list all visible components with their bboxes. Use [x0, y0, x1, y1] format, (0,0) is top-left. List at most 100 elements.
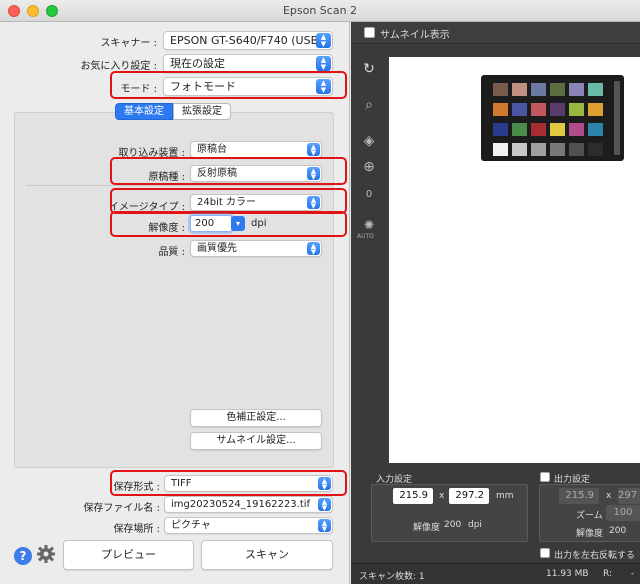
quality-value: 画質優先	[197, 243, 237, 254]
color-patch	[493, 143, 508, 156]
tab-basic[interactable]: 基本設定	[115, 103, 173, 120]
chevron-updown-icon: ▲ ▼	[307, 242, 320, 256]
save-location-label: 保存場所 :	[113, 524, 160, 535]
scan-button[interactable]: スキャン	[201, 540, 333, 570]
copy-count-icon[interactable]: 0	[359, 185, 379, 205]
preview-canvas[interactable]	[389, 57, 640, 477]
add-selection-icon[interactable]: ⊕	[359, 157, 379, 177]
color-patch	[550, 103, 565, 116]
color-correction-button[interactable]: 色補正設定...	[190, 409, 322, 427]
color-patch	[588, 143, 603, 156]
color-patch	[531, 103, 546, 116]
chevron-updown-icon: ▲ ▼	[318, 519, 331, 533]
output-settings-checkbox[interactable]	[540, 472, 550, 482]
scan-count-label: スキャン枚数: 1	[359, 572, 425, 582]
rotate-icon[interactable]: ↻	[359, 59, 379, 79]
chevron-updown-icon: ▲ ▼	[318, 498, 331, 512]
color-patch	[512, 143, 527, 156]
color-patch	[512, 83, 527, 96]
settings-panel: スキャナー : EPSON GT-S640/F740 (USB) ▲ ▼ お気に入…	[0, 22, 350, 584]
settings-tabs: 基本設定 拡張設定	[115, 103, 231, 120]
scanner-label: スキャナー :	[100, 38, 157, 49]
window-title: Epson Scan 2	[282, 4, 358, 17]
zoom-field: 100	[606, 505, 640, 521]
input-width-field[interactable]: 215.9	[393, 488, 433, 504]
color-patch	[493, 83, 508, 96]
color-patch	[512, 123, 527, 136]
input-height-field[interactable]: 297.2	[449, 488, 489, 504]
channel-value: -	[631, 569, 635, 579]
divider	[26, 185, 332, 186]
preview-panel: サムネイル表示 ↻ ⌕ ◈ ⊕ 0 ✺ AUTO 入力設定 215.9 x 29…	[351, 22, 640, 584]
output-width-field: 215.9	[559, 488, 599, 504]
color-patch	[550, 123, 565, 136]
color-patch	[569, 83, 584, 96]
thumbnail-checkbox[interactable]	[364, 27, 375, 38]
status-bar: スキャン枚数: 1 11.93 MB R: -	[351, 563, 640, 584]
color-patch	[493, 103, 508, 116]
dimensions-area: 入力設定 215.9 x 297.2 mm 解像度 200 dpi 出力設定 2…	[351, 463, 640, 562]
flip-label: 出力を左右反転する	[554, 551, 636, 561]
file-name-label: 保存ファイル名 :	[83, 503, 160, 514]
color-patch	[588, 123, 603, 136]
file-size-label: 11.93 MB	[546, 569, 589, 579]
output-times-label: x	[606, 491, 612, 501]
color-patch	[531, 143, 546, 156]
color-patch	[550, 83, 565, 96]
card-label-strip	[614, 81, 620, 155]
file-name-value: img20230524_19162223.tif	[171, 499, 311, 510]
color-patch	[588, 83, 603, 96]
zoom-icon[interactable]: ⌕	[359, 95, 379, 115]
auto-label: AUTO	[357, 233, 374, 240]
thumbnail-label: サムネイル表示	[380, 30, 450, 41]
color-patch	[569, 123, 584, 136]
input-resolution-value: 200	[444, 520, 462, 530]
color-patch	[493, 123, 508, 136]
color-patch	[550, 143, 565, 156]
times-label: x	[439, 491, 445, 501]
color-patch	[512, 103, 527, 116]
scanner-value: EPSON GT-S640/F740 (USB)	[170, 34, 323, 47]
zoom-label: ズーム	[576, 511, 603, 521]
favorites-label: お気に入り設定 :	[80, 61, 157, 72]
quality-select[interactable]: 画質優先 ▲ ▼	[190, 240, 322, 257]
flip-checkbox[interactable]	[540, 548, 550, 558]
preview-button[interactable]: プレビュー	[63, 540, 194, 570]
title-bar: Epson Scan 2	[0, 0, 640, 22]
file-name-field[interactable]: img20230524_19162223.tif ▲ ▼	[164, 496, 333, 513]
color-patch	[531, 83, 546, 96]
save-location-value: ピクチャ	[171, 520, 211, 531]
highlight-doc-type	[110, 157, 347, 185]
unit-label: mm	[496, 491, 514, 501]
input-resolution-label: 解像度	[413, 523, 441, 533]
save-location-select[interactable]: ピクチャ ▲ ▼	[164, 517, 333, 534]
color-patch	[569, 143, 584, 156]
color-patch	[588, 103, 603, 116]
channel-label: R:	[603, 569, 613, 579]
preview-toolbar: ↻ ⌕ ◈ ⊕ 0 ✺ AUTO	[351, 45, 387, 475]
source-select[interactable]: 原稿台 ▲ ▼	[190, 141, 322, 158]
scanner-select[interactable]: EPSON GT-S640/F740 (USB) ▲ ▼	[163, 31, 333, 50]
output-resolution-value: 200	[609, 526, 627, 536]
output-resolution-label: 解像度	[576, 529, 604, 539]
highlight-save-format	[110, 470, 347, 496]
preview-header: サムネイル表示	[351, 22, 640, 44]
auto-exposure-icon[interactable]: ✺	[359, 215, 379, 235]
color-checker-card	[481, 75, 624, 161]
output-height-field: 297	[618, 488, 640, 504]
color-patch	[569, 103, 584, 116]
gear-icon[interactable]	[36, 544, 56, 564]
highlight-mode	[110, 71, 347, 99]
source-value: 原稿台	[197, 144, 227, 155]
quality-label: 品質 :	[158, 247, 185, 258]
thumbnail-settings-button[interactable]: サムネイル設定...	[190, 432, 322, 450]
color-patch	[531, 123, 546, 136]
erase-selection-icon[interactable]: ◈	[359, 131, 379, 151]
chevron-updown-icon: ▲ ▼	[316, 56, 331, 71]
tab-advanced[interactable]: 拡張設定	[173, 103, 231, 120]
chevron-updown-icon: ▲ ▼	[307, 143, 320, 157]
input-resolution-unit: dpi	[468, 520, 482, 530]
favorites-value: 現在の設定	[170, 57, 225, 70]
help-icon[interactable]: ?	[14, 547, 32, 565]
highlight-resolution	[110, 211, 347, 237]
